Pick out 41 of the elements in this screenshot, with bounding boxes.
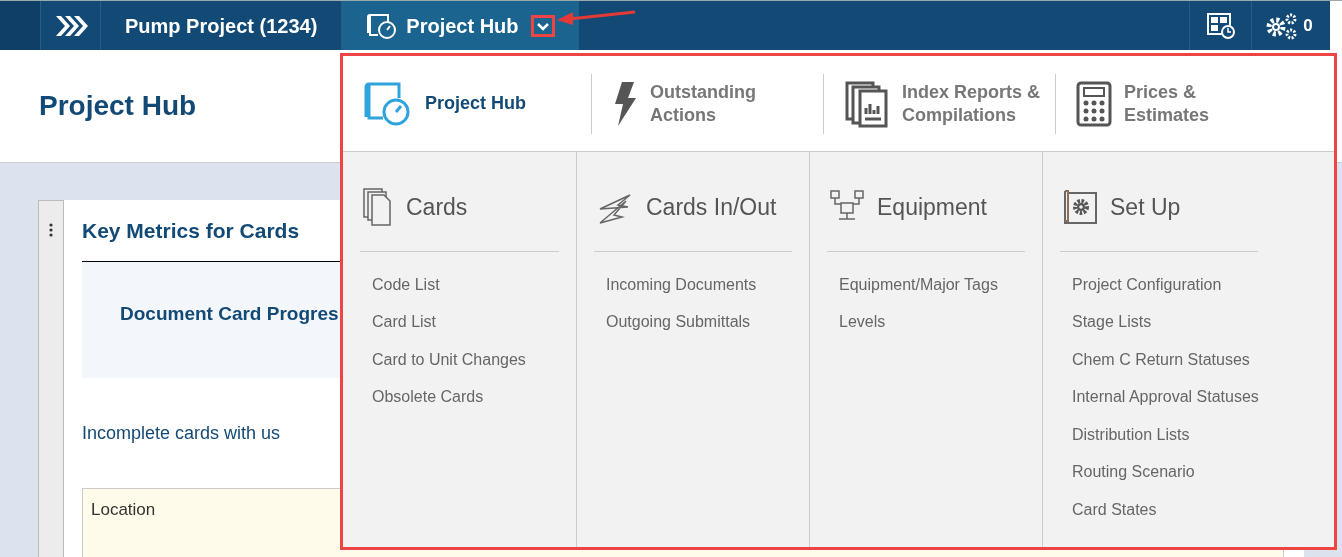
menu-link[interactable]: Card States [1072,491,1157,529]
chevrons-icon[interactable] [53,13,88,38]
card-title: Key Metrics for Cards [82,217,300,244]
pages-icon [362,187,394,227]
notification-count: 0 [1303,14,1313,37]
page-title: Project Hub [39,89,197,123]
menu-link[interactable]: Project Configuration [1072,266,1222,304]
breadcrumb-item[interactable]: Project Hub [341,1,579,50]
section-heading: Equipment [877,192,987,222]
menu-tab[interactable]: Project Hub [363,79,555,128]
dropdown-caret-icon[interactable] [530,14,555,37]
dots-icon[interactable] [49,223,53,237]
menu-tab[interactable]: Prices & Estimates [1076,79,1274,128]
menu-link[interactable]: Code List [372,266,440,304]
calendar-clock-icon[interactable] [1205,11,1236,40]
menu-link[interactable]: Distribution Lists [1072,416,1190,454]
gear-book-icon [1062,188,1098,226]
menu-link[interactable]: Equipment/Major Tags [839,266,998,304]
menu-link[interactable]: Chem C Return Statuses [1072,341,1250,379]
menu-tab[interactable]: Index Reports & Compilations [844,79,1052,128]
documents-chart-icon [844,79,890,128]
menu-link[interactable]: Stage Lists [1072,303,1152,341]
menu-link[interactable]: Obsolete Cards [372,378,484,416]
section-heading: Cards [406,192,468,222]
menu-link[interactable]: Outgoing Submittals [606,303,751,341]
menu-link[interactable]: Card to Unit Changes [372,341,526,379]
section-subtitle: Incomplete cards with us [82,421,281,445]
menu-link[interactable]: Incoming Documents [606,266,757,304]
menu-link[interactable]: Levels [839,303,886,341]
lightning-icon [612,79,638,128]
drag-handle[interactable] [38,200,64,557]
column-header: Location [91,499,156,521]
menu-link[interactable]: Card List [372,303,437,341]
menu-tab[interactable]: Outstanding Actions [612,79,800,128]
section-heading: Cards In/Out [646,192,777,222]
window-edge [1330,1,1342,50]
panel-title: Document Card Progres [120,303,339,324]
calculator-icon [1076,79,1112,128]
menu-link[interactable]: Routing Scenario [1072,453,1195,491]
section-heading: Set Up [1110,192,1181,222]
menu-link[interactable]: Internal Approval Statuses [1072,378,1259,416]
